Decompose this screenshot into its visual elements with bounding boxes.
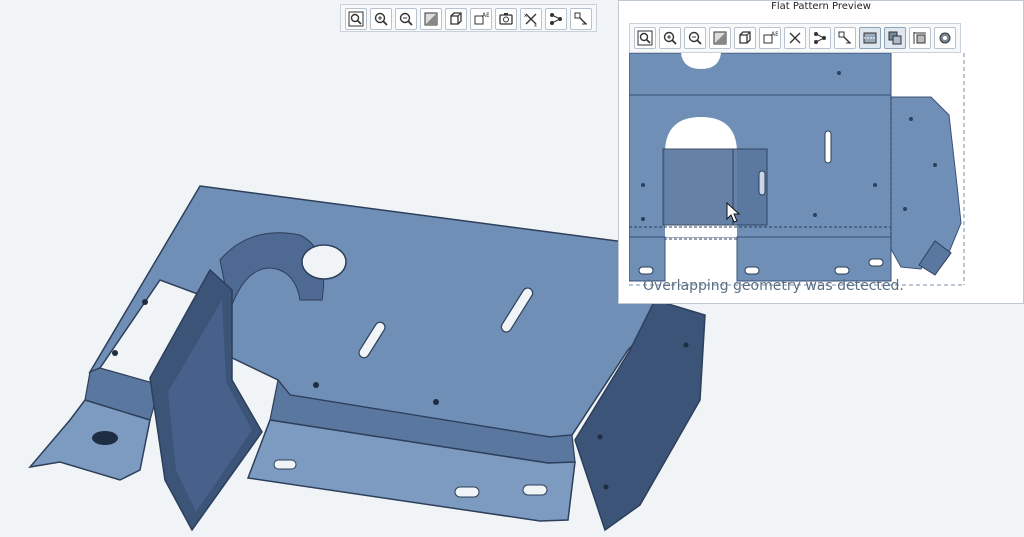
part-hole-d xyxy=(433,399,439,405)
preview-toolbar: AB xyxy=(629,23,961,53)
analysis-button[interactable] xyxy=(570,8,592,30)
svg-text:x: x xyxy=(524,13,527,19)
preview-refit-button[interactable] xyxy=(709,27,731,49)
flat-body-hole-4 xyxy=(873,183,877,187)
bend-lines-button[interactable] xyxy=(859,27,881,49)
analysis-icon xyxy=(574,12,587,25)
display-style-button[interactable] xyxy=(445,8,467,30)
main-toolbar: AB xx xyxy=(340,4,597,32)
preview-network-button[interactable] xyxy=(809,27,831,49)
flat-bottom-slot-3 xyxy=(868,258,884,267)
part-side-hole-1 xyxy=(683,342,689,348)
flat-right-hole-2 xyxy=(933,163,937,167)
preview-display-style-button[interactable] xyxy=(734,27,756,49)
settings-icon xyxy=(939,32,951,44)
dimension-icon xyxy=(913,32,926,44)
camera-button[interactable] xyxy=(495,8,517,30)
part-side-hole-2 xyxy=(597,434,603,440)
view-cube-icon xyxy=(450,12,462,25)
saved-views-button[interactable]: AB xyxy=(470,8,492,30)
camera-icon xyxy=(499,13,513,25)
part-hole-c xyxy=(313,382,319,388)
preview-datum-display-button[interactable] xyxy=(784,27,806,49)
shade-icon xyxy=(424,12,438,26)
refit-button[interactable] xyxy=(420,8,442,30)
preview-zoom-out-button[interactable] xyxy=(684,27,706,49)
network-button[interactable] xyxy=(545,8,567,30)
zoom-window-button[interactable] xyxy=(345,8,367,30)
part-left-tab-hole xyxy=(92,431,118,445)
datum-display-button[interactable]: xx xyxy=(520,8,542,30)
part-front-slot-3 xyxy=(522,484,548,496)
part-hole-b xyxy=(112,350,118,356)
flat-body-hole-1 xyxy=(641,183,645,187)
bend-lines-icon xyxy=(863,32,877,44)
flat-bottom-slot-2 xyxy=(834,266,850,275)
preview-title: Flat Pattern Preview xyxy=(771,1,871,12)
overlap-icon xyxy=(888,31,902,45)
network-icon xyxy=(814,32,826,44)
part-hole-a xyxy=(142,299,148,305)
zoom-out-icon xyxy=(688,31,702,45)
flat-body-hole-2 xyxy=(641,217,645,221)
flat-right-hole-1 xyxy=(909,117,913,121)
preview-settings-button[interactable] xyxy=(934,27,956,49)
dimension-button[interactable] xyxy=(909,27,931,49)
flat-overlap-panel xyxy=(662,148,768,226)
preview-saved-views-button[interactable]: AB xyxy=(759,27,781,49)
zoom-out-icon xyxy=(399,12,413,26)
svg-text:AB: AB xyxy=(771,31,778,38)
part-round-hole xyxy=(301,244,347,280)
part-side-hole-3 xyxy=(603,484,609,490)
flat-top-strip xyxy=(629,53,892,96)
flat-bottom-flange xyxy=(736,236,892,282)
zoom-in-icon xyxy=(663,31,677,45)
shade-icon xyxy=(713,31,727,45)
preview-analysis-button[interactable] xyxy=(834,27,856,49)
saved-views-icon: AB xyxy=(474,12,489,25)
flat-bottom-tab-left-slot xyxy=(638,266,654,275)
flat-pattern-preview-window[interactable]: Flat Pattern Preview AB Overlapping geom… xyxy=(618,0,1024,304)
flat-top-hole xyxy=(837,71,841,75)
flat-bottom-slot-1 xyxy=(744,266,760,275)
analysis-icon xyxy=(838,31,851,44)
flat-body-hole-3 xyxy=(813,213,817,217)
flat-right-panel xyxy=(890,96,962,270)
preview-zoom-in-button[interactable] xyxy=(659,27,681,49)
part-front-slot-1 xyxy=(273,459,297,470)
saved-views-icon: AB xyxy=(763,31,778,44)
network-icon xyxy=(550,13,562,25)
preview-zoom-window-button[interactable] xyxy=(634,27,656,49)
view-cube-icon xyxy=(739,31,751,44)
datum-display-icon xyxy=(789,32,801,44)
zoom-in-button[interactable] xyxy=(370,8,392,30)
zoom-window-icon xyxy=(637,30,653,46)
zoom-window-icon xyxy=(348,11,364,27)
overlap-check-button[interactable] xyxy=(884,27,906,49)
flat-body-slot xyxy=(824,130,832,164)
flat-pattern-canvas[interactable] xyxy=(629,53,967,301)
svg-text:AB: AB xyxy=(482,12,489,19)
part-front-slot-2 xyxy=(454,486,480,498)
flat-overlap-slot xyxy=(758,170,766,196)
zoom-in-icon xyxy=(374,12,388,26)
overlap-warning-text: Overlapping geometry was detected. xyxy=(643,278,904,294)
svg-text:x: x xyxy=(534,23,537,27)
datum-display-icon: xx xyxy=(524,13,537,27)
flat-right-hole-3 xyxy=(903,207,907,211)
zoom-out-button[interactable] xyxy=(395,8,417,30)
